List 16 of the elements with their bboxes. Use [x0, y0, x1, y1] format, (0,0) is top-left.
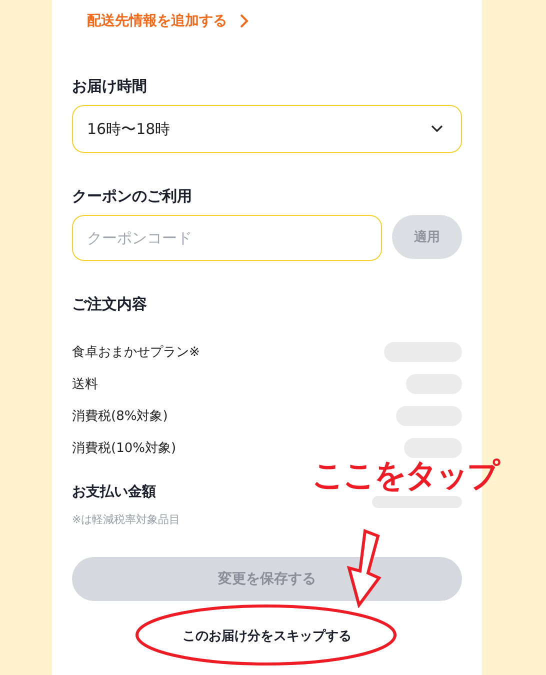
- order-item-label: 送料: [72, 376, 98, 393]
- coupon-input-field[interactable]: クーポンコード: [72, 215, 382, 261]
- order-item-label: 消費税(8%対象): [72, 408, 168, 425]
- chevron-right-icon: [239, 13, 249, 29]
- order-item-label: 消費税(10%対象): [72, 440, 176, 457]
- order-item-label: 食卓おまかせプラン※: [72, 344, 200, 361]
- total-label: お支払い金額: [72, 483, 156, 501]
- annotation-text: ここをタップ: [312, 459, 498, 492]
- skip-delivery-link[interactable]: このお届け分をスキップする: [182, 627, 352, 645]
- section-heading: お届け時間: [72, 77, 148, 96]
- section-heading: クーポンのご利用: [72, 187, 193, 206]
- delivery-time-select[interactable]: 16時〜18時: [72, 105, 462, 153]
- tax-note: ※は軽減税率対象品目: [72, 512, 182, 527]
- section-heading: ご注文内容: [72, 295, 148, 314]
- add-address-link[interactable]: 配送先情報を追加する: [72, 10, 462, 32]
- chevron-down-icon: [431, 125, 443, 133]
